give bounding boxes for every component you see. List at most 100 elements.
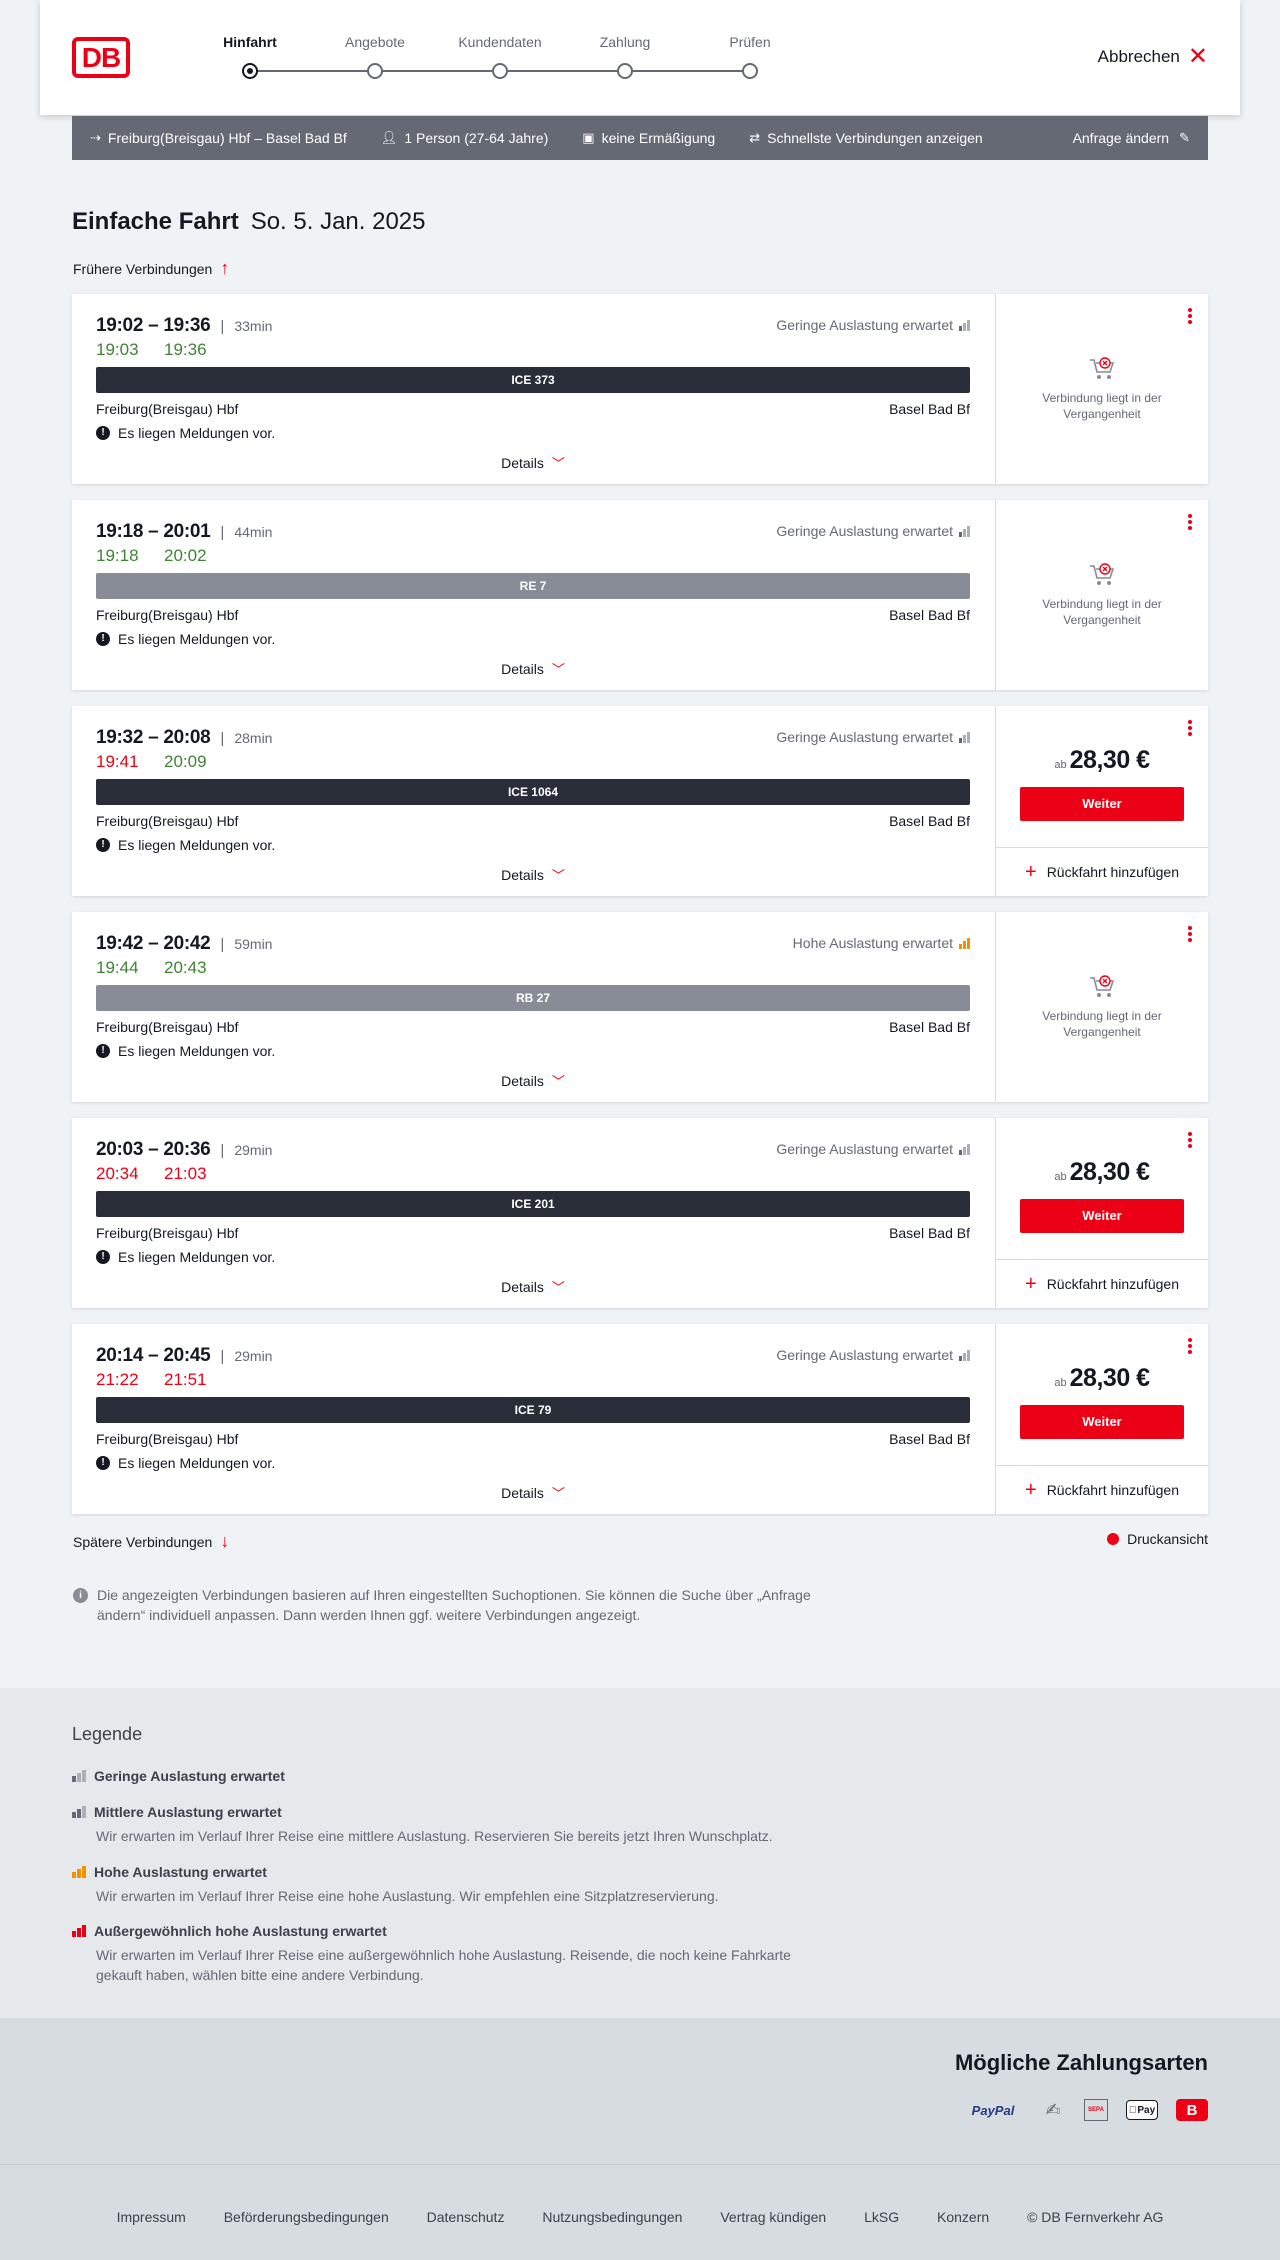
train-segment[interactable]: ICE 201 <box>96 1191 970 1217</box>
more-options-icon[interactable] <box>1188 720 1192 736</box>
connection-card[interactable]: 19:42 – 20:42 | 59min Hohe Auslastung erwa… <box>72 912 1208 1102</box>
print-view-link[interactable]: Druckansicht <box>1107 1531 1208 1547</box>
occupancy-text: Geringe Auslastung erwartet <box>776 317 953 333</box>
stations-row: Freiburg(Breisgau) Hbf Basel Bad Bf <box>96 1431 970 1447</box>
connection-card[interactable]: 19:02 – 19:36 | 33min Geringe Auslastung e… <box>72 294 1208 484</box>
stations-row: Freiburg(Breisgau) Hbf Basel Bad Bf <box>96 607 970 623</box>
occupancy-info: Geringe Auslastung erwartet <box>776 1141 970 1157</box>
connection-card[interactable]: 19:32 – 20:08 | 28min Geringe Auslastung e… <box>72 706 1208 896</box>
train-segment[interactable]: ICE 373 <box>96 367 970 393</box>
details-label: Details <box>501 1073 544 1089</box>
stations-row: Freiburg(Breisgau) Hbf Basel Bad Bf <box>96 1019 970 1035</box>
cancel-label: Abbrechen <box>1097 47 1180 66</box>
add-return-trip-button[interactable]: + Rückfahrt hinzufügen <box>996 847 1208 896</box>
option-text: Schnellste Verbindungen anzeigen <box>767 130 983 146</box>
realtime-row: 20:34 21:03 <box>96 1164 232 1184</box>
occupancy-low-icon <box>959 1349 970 1361</box>
alert-icon: ! <box>96 426 110 440</box>
details-label: Details <box>501 661 544 677</box>
train-segment[interactable]: ICE 1064 <box>96 779 970 805</box>
details-toggle[interactable]: Details ﹀ <box>72 1071 994 1090</box>
train-segment[interactable]: RB 27 <box>96 985 970 1011</box>
details-label: Details <box>501 867 544 883</box>
route-arrow-icon: ⇢ <box>90 130 101 145</box>
past-connection-text: Verbindung liegt in der Vergangenheit <box>1042 597 1162 627</box>
arrival-station: Basel Bad Bf <box>889 1019 970 1035</box>
more-options-icon[interactable] <box>1188 1132 1192 1148</box>
connection-card[interactable]: 20:14 – 20:45 | 29min Geringe Auslastung e… <box>72 1324 1208 1514</box>
separator: | <box>220 318 225 335</box>
details-toggle[interactable]: Details ﹀ <box>72 453 994 472</box>
step-angebote: Angebote <box>325 34 425 79</box>
details-toggle[interactable]: Details ﹀ <box>72 659 994 678</box>
change-request-button[interactable]: Anfrage ändern ✎ <box>1073 130 1190 146</box>
past-connection-text: Verbindung liegt in der Vergangenheit <box>1042 1009 1162 1039</box>
departure-station: Freiburg(Breisgau) Hbf <box>96 813 239 829</box>
alert-icon: ! <box>96 1250 110 1264</box>
realtime-arrival: 19:36 <box>164 340 207 359</box>
train-segment[interactable]: RE 7 <box>96 573 970 599</box>
occupancy-text: Geringe Auslastung erwartet <box>776 729 953 745</box>
footer-link-konzern[interactable]: Konzern <box>937 2209 989 2225</box>
more-options-icon[interactable] <box>1188 926 1192 942</box>
step-dot-icon <box>367 63 383 79</box>
more-options-icon[interactable] <box>1188 308 1192 324</box>
legend-title: Legende <box>72 1724 143 1744</box>
legend-item-desc: Wir erwarten im Verlauf Ihrer Reise eine… <box>96 1888 719 1904</box>
realtime-row: 21:22 21:51 <box>96 1370 232 1390</box>
later-connections-link[interactable]: Spätere Verbindungen ↓ <box>73 1531 229 1552</box>
later-connections-label: Spätere Verbindungen <box>73 1533 213 1550</box>
footer-link-nutzungsbedingungen[interactable]: Nutzungsbedingungen <box>542 2209 682 2225</box>
notice-row: ! Es liegen Meldungen vor. <box>96 425 275 441</box>
alert-icon: ! <box>96 838 110 852</box>
occupancy-high-icon <box>72 1866 86 1878</box>
add-return-trip-button[interactable]: + Rückfahrt hinzufügen <box>996 1465 1208 1514</box>
cart-unavailable-icon <box>1090 563 1115 585</box>
earlier-connections-link[interactable]: Frühere Verbindungen ↑ <box>73 258 229 279</box>
plus-icon: + <box>1025 1273 1037 1295</box>
departure-station: Freiburg(Breisgau) Hbf <box>96 607 239 623</box>
footer-link-vertrag-kuendigen[interactable]: Vertrag kündigen <box>720 2209 826 2225</box>
connection-info: 19:18 – 20:01 | 44min Geringe Auslastung e… <box>72 500 994 690</box>
offer-panel: Verbindung liegt in der Vergangenheit <box>995 500 1208 690</box>
footer-link-datenschutz[interactable]: Datenschutz <box>427 2209 505 2225</box>
progress-stepper: Hinfahrt Angebote Kundendaten Zahlung Pr… <box>210 34 771 84</box>
cancel-button[interactable]: Abbrechen ✕ <box>1097 45 1208 69</box>
details-toggle[interactable]: Details ﹀ <box>72 1483 994 1502</box>
continue-button[interactable]: Weiter <box>1020 1199 1184 1233</box>
connection-card[interactable]: 20:03 – 20:36 | 29min Geringe Auslastung e… <box>72 1118 1208 1308</box>
more-options-icon[interactable] <box>1188 514 1192 530</box>
footer-link-befoerderungsbedingungen[interactable]: Beförderungsbedingungen <box>224 2209 389 2225</box>
footer-link-impressum[interactable]: Impressum <box>117 2209 186 2225</box>
add-return-trip-label: Rückfahrt hinzufügen <box>1046 1482 1179 1498</box>
separator: | <box>220 1142 225 1159</box>
continue-button[interactable]: Weiter <box>1020 1405 1184 1439</box>
search-summary-bar: ⇢ Freiburg(Breisgau) Hbf – Basel Bad Bf … <box>72 116 1208 160</box>
more-options-icon[interactable] <box>1188 1338 1192 1354</box>
connection-card[interactable]: 19:18 – 20:01 | 44min Geringe Auslastung e… <box>72 500 1208 690</box>
page-footer: Impressum Beförderungsbedingungen Datens… <box>0 2164 1280 2260</box>
filter-icon: ⇄ <box>749 130 761 145</box>
db-logo[interactable]: DB <box>72 37 130 78</box>
discount-summary: ▣ keine Ermäßigung <box>582 130 715 146</box>
connection-info: 19:32 – 20:08 | 28min Geringe Auslastung e… <box>72 706 994 896</box>
alert-icon: ! <box>96 1456 110 1470</box>
details-toggle[interactable]: Details ﹀ <box>72 1277 994 1296</box>
schedule-row: 19:02 – 19:36 | 33min Geringe Auslastung e… <box>96 315 970 339</box>
scheduled-times: 20:03 – 20:36 <box>96 1139 211 1160</box>
price: ab 28,30 € <box>996 1364 1208 1393</box>
train-segment[interactable]: ICE 79 <box>96 1397 970 1423</box>
add-return-trip-button[interactable]: + Rückfahrt hinzufügen <box>996 1259 1208 1308</box>
footer-copyright: © DB Fernverkehr AG <box>1027 2209 1164 2225</box>
arrival-station: Basel Bad Bf <box>889 607 970 623</box>
duration: 29min <box>234 1348 273 1364</box>
connection-info: 20:03 – 20:36 | 29min Geringe Auslastung e… <box>72 1118 994 1308</box>
continue-button[interactable]: Weiter <box>1020 787 1184 821</box>
occupancy-text: Hohe Auslastung erwartet <box>792 935 953 951</box>
discount-card-icon: ▣ <box>582 130 595 145</box>
footer-link-lksg[interactable]: LkSG <box>864 2209 899 2225</box>
past-connection-note: Verbindung liegt in der Vergangenheit <box>1016 562 1188 628</box>
details-toggle[interactable]: Details ﹀ <box>72 865 994 884</box>
schedule-row: 20:14 – 20:45 | 29min Geringe Auslastung e… <box>96 1345 970 1369</box>
departure-station: Freiburg(Breisgau) Hbf <box>96 1019 239 1035</box>
